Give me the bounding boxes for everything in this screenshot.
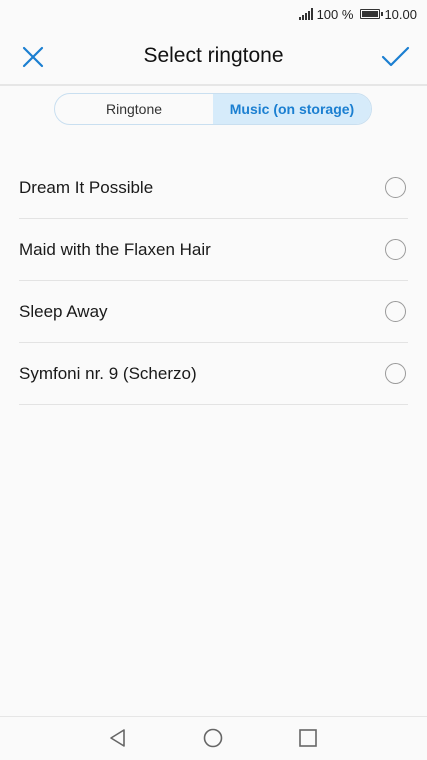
- radio-button[interactable]: [385, 177, 406, 198]
- song-title: Sleep Away: [19, 301, 108, 321]
- status-bar: 100 % 10.00: [0, 0, 427, 28]
- source-tabs: Ringtone Music (on storage): [54, 93, 372, 125]
- radio-button[interactable]: [385, 239, 406, 260]
- tab-music-on-storage[interactable]: Music (on storage): [213, 94, 371, 124]
- list-item[interactable]: Dream It Possible: [19, 157, 408, 219]
- battery-percent: 100 %: [316, 6, 354, 22]
- signal-icon: [298, 8, 313, 20]
- check-icon: [381, 46, 410, 67]
- song-title: Maid with the Flaxen Hair: [19, 239, 211, 259]
- battery-icon: [360, 9, 384, 19]
- recents-icon: [299, 729, 317, 747]
- back-button[interactable]: [107, 727, 129, 749]
- list-item[interactable]: Maid with the Flaxen Hair: [19, 219, 408, 281]
- header: Select ringtone: [0, 28, 427, 86]
- home-icon: [203, 728, 223, 748]
- list-item[interactable]: Sleep Away: [19, 281, 408, 343]
- radio-button[interactable]: [385, 301, 406, 322]
- clock: 10.00: [384, 6, 417, 22]
- tab-ringtone[interactable]: Ringtone: [55, 94, 213, 124]
- page-title: Select ringtone: [143, 44, 284, 67]
- list-item[interactable]: Symfoni nr. 9 (Scherzo): [19, 343, 408, 405]
- radio-button[interactable]: [385, 363, 406, 384]
- recents-button[interactable]: [297, 727, 319, 749]
- status-indicators: 100 % 10.00: [298, 6, 417, 22]
- song-list: Dream It Possible Maid with the Flaxen H…: [19, 157, 408, 405]
- confirm-button[interactable]: [377, 40, 413, 76]
- song-title: Dream It Possible: [19, 177, 154, 197]
- song-title: Symfoni nr. 9 (Scherzo): [19, 363, 197, 383]
- navigation-bar: [0, 716, 427, 760]
- home-button[interactable]: [202, 727, 224, 749]
- back-icon: [110, 729, 125, 747]
